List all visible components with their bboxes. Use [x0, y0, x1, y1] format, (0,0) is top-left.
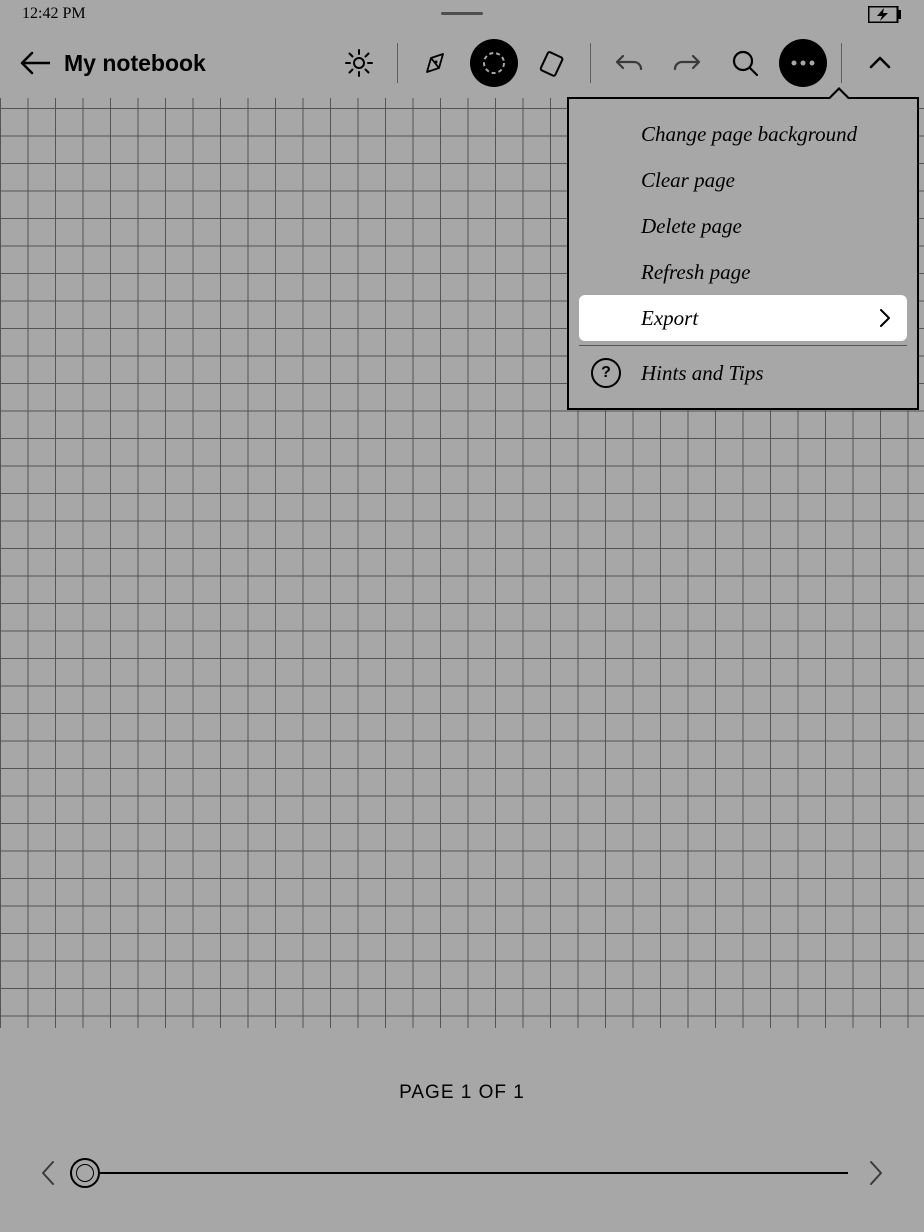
brightness-button[interactable]: [335, 39, 383, 87]
footer: PAGE 1 OF 1: [0, 1028, 924, 1232]
arrow-left-icon: [20, 51, 50, 75]
more-button[interactable]: [779, 39, 827, 87]
toolbar-divider: [590, 43, 591, 83]
more-menu: Change page background Clear page Delete…: [567, 97, 919, 410]
menu-item-clear-page[interactable]: Clear page: [579, 157, 907, 203]
toolbar-divider: [397, 43, 398, 83]
eraser-icon: [537, 48, 567, 78]
menu-item-change-background[interactable]: Change page background: [579, 111, 907, 157]
page-slider[interactable]: [76, 1172, 848, 1174]
menu-item-label: Hints and Tips: [641, 361, 764, 386]
redo-button[interactable]: [663, 39, 711, 87]
pen-icon: [421, 48, 451, 78]
collapse-toolbar-button[interactable]: [856, 39, 904, 87]
menu-separator: [579, 345, 907, 346]
undo-icon: [614, 51, 644, 75]
help-icon: ?: [591, 358, 621, 388]
chevron-up-icon: [868, 55, 892, 71]
menu-item-label: Change page background: [641, 122, 857, 147]
menu-item-label: Export: [641, 306, 698, 331]
search-icon: [730, 48, 760, 78]
battery-charging-icon: [868, 6, 902, 23]
redo-icon: [672, 51, 702, 75]
lasso-icon: [479, 48, 509, 78]
page-title: My notebook: [64, 50, 206, 77]
next-page-button[interactable]: [868, 1159, 884, 1187]
clock: 12:42 PM: [22, 5, 86, 23]
lasso-tool-button[interactable]: [470, 39, 518, 87]
menu-item-export[interactable]: Export: [579, 295, 907, 341]
drag-handle[interactable]: [441, 12, 483, 15]
menu-item-refresh-page[interactable]: Refresh page: [579, 249, 907, 295]
back-button[interactable]: My notebook: [20, 50, 206, 77]
menu-item-label: Delete page: [641, 214, 742, 239]
prev-page-button[interactable]: [40, 1159, 56, 1187]
chevron-right-icon: [879, 308, 891, 328]
menu-item-delete-page[interactable]: Delete page: [579, 203, 907, 249]
status-bar: 12:42 PM: [0, 0, 924, 28]
menu-item-hints-tips[interactable]: ? Hints and Tips: [579, 350, 907, 396]
pen-tool-button[interactable]: [412, 39, 460, 87]
toolbar: My notebook: [0, 28, 924, 98]
menu-item-label: Refresh page: [641, 260, 750, 285]
eraser-tool-button[interactable]: [528, 39, 576, 87]
toolbar-divider: [841, 43, 842, 83]
slider-thumb[interactable]: [70, 1158, 100, 1188]
more-icon: [788, 58, 818, 68]
page-indicator: PAGE 1 OF 1: [399, 1082, 525, 1104]
search-button[interactable]: [721, 39, 769, 87]
menu-item-label: Clear page: [641, 168, 735, 193]
undo-button[interactable]: [605, 39, 653, 87]
brightness-icon: [344, 48, 374, 78]
